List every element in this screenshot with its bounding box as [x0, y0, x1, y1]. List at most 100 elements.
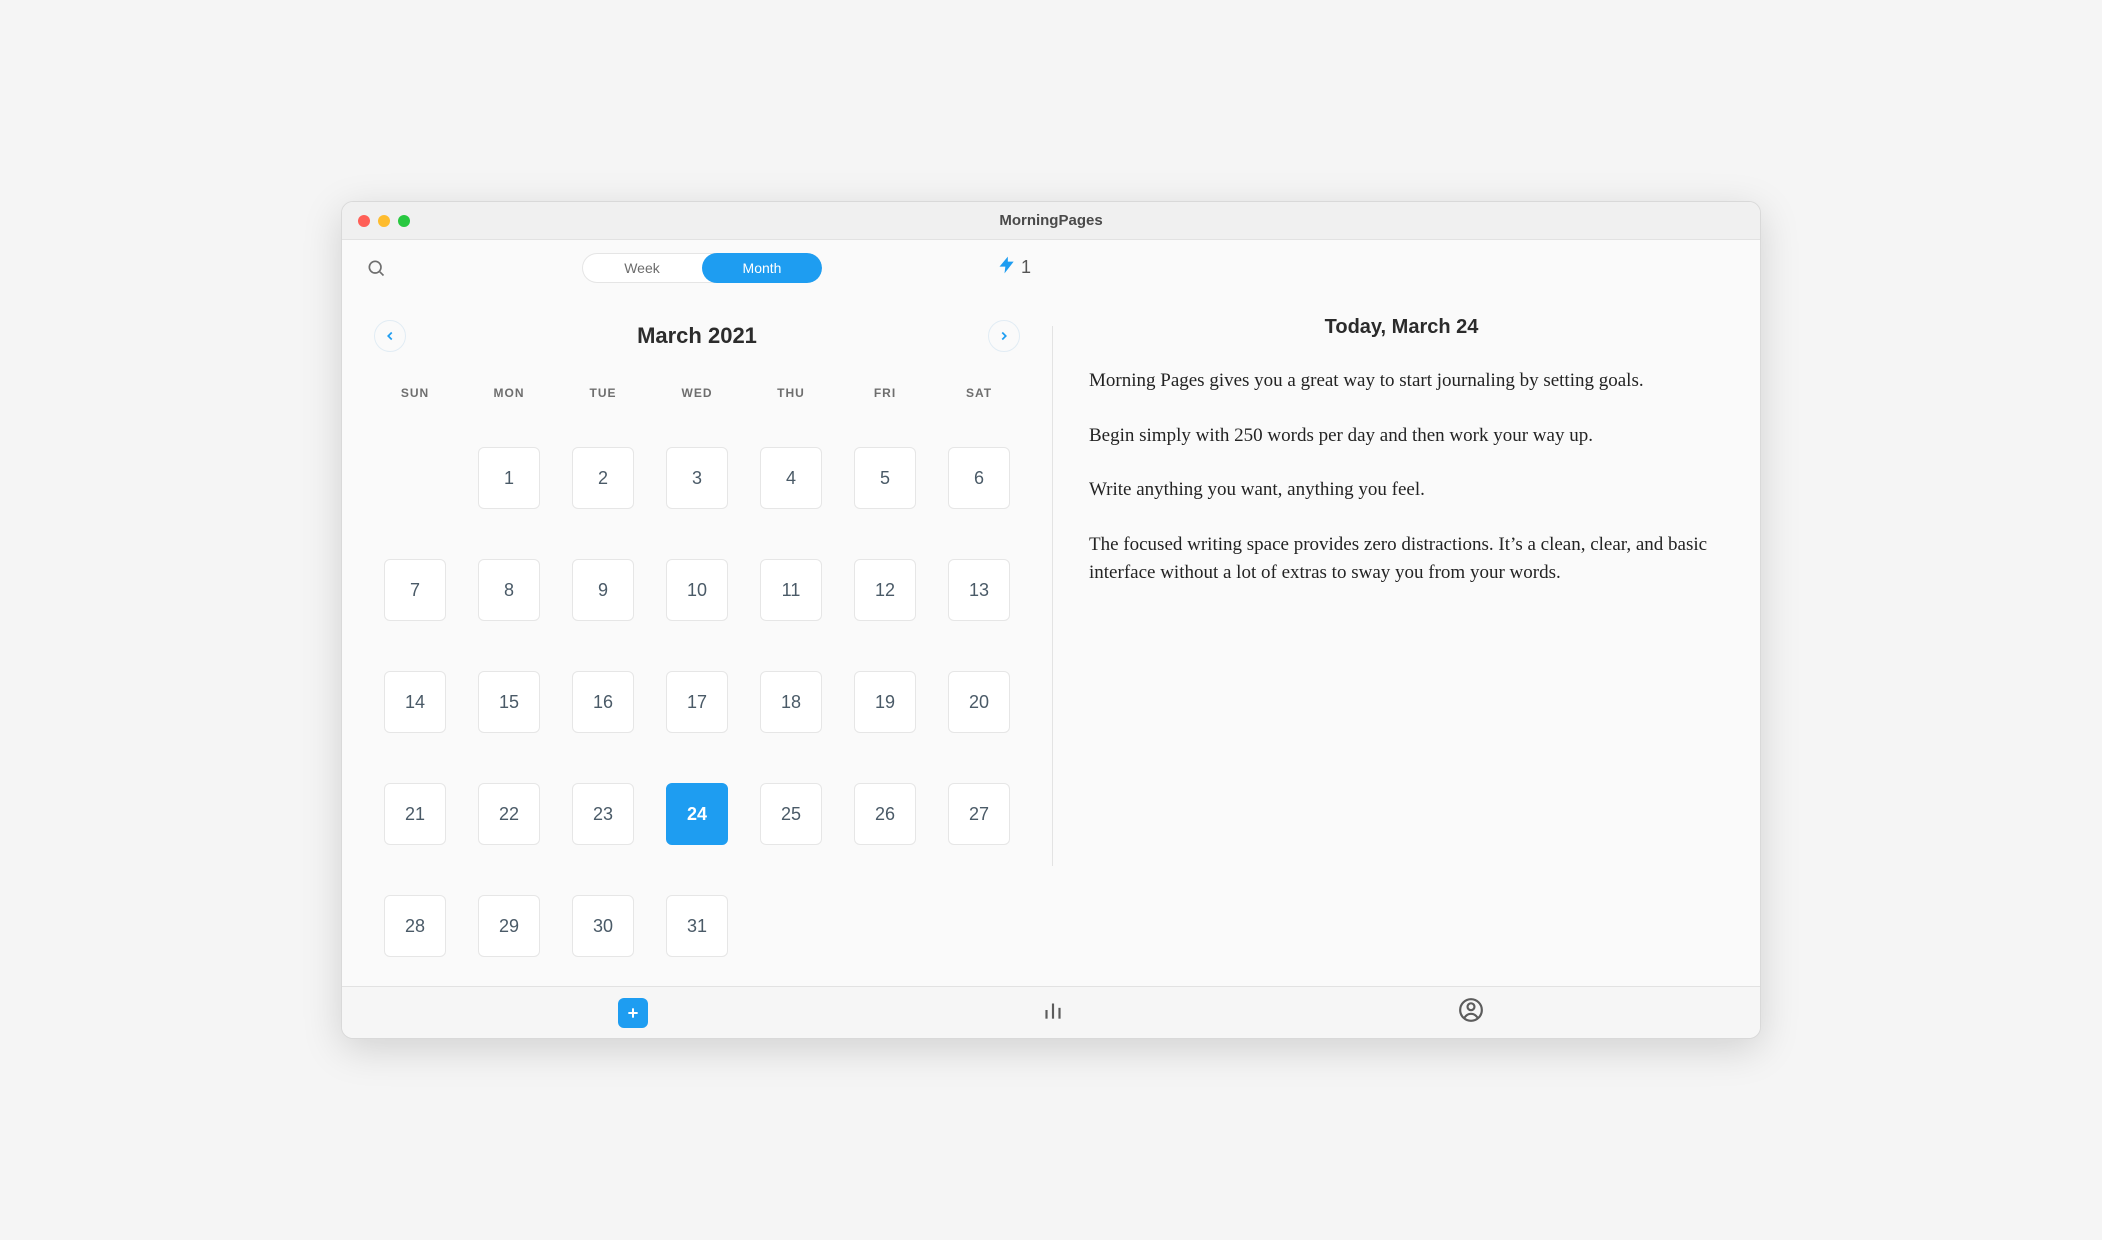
- calendar-cell: 1: [462, 422, 556, 534]
- calendar-day-8[interactable]: 8: [478, 559, 540, 621]
- calendar-day-19[interactable]: 19: [854, 671, 916, 733]
- calendar-cell: 22: [462, 758, 556, 870]
- calendar-day-1[interactable]: 1: [478, 447, 540, 509]
- entry-body[interactable]: Morning Pages gives you a great way to s…: [1089, 367, 1714, 588]
- entry-paragraph: Write anything you want, anything you fe…: [1089, 476, 1714, 505]
- entry-paragraph: The focused writing space provides zero …: [1089, 531, 1714, 588]
- calendar-day-4[interactable]: 4: [760, 447, 822, 509]
- calendar-day-13[interactable]: 13: [948, 559, 1010, 621]
- calendar-cell: 16: [556, 646, 650, 758]
- calendar-day-31[interactable]: 31: [666, 895, 728, 957]
- weekday-label: SAT: [932, 378, 1026, 408]
- entry-pane: Today, March 24 Morning Pages gives you …: [1053, 296, 1760, 986]
- entry-paragraph: Morning Pages gives you a great way to s…: [1089, 367, 1714, 396]
- calendar-cell: 24: [650, 758, 744, 870]
- calendar-day-16[interactable]: 16: [572, 671, 634, 733]
- calendar-cell: 31: [650, 870, 744, 982]
- calendar-day-12[interactable]: 12: [854, 559, 916, 621]
- calendar-cell: 23: [556, 758, 650, 870]
- calendar-pane: March 2021 SUNMONTUEWEDTHUFRISAT 1234567…: [342, 296, 1052, 986]
- streak-count: 1: [1021, 257, 1031, 278]
- view-toggle: Week Month: [582, 253, 822, 283]
- calendar-cell: 6: [932, 422, 1026, 534]
- calendar-day-10[interactable]: 10: [666, 559, 728, 621]
- calendar-empty-cell: [368, 422, 462, 534]
- calendar-day-30[interactable]: 30: [572, 895, 634, 957]
- calendar-day-5[interactable]: 5: [854, 447, 916, 509]
- view-toggle-week[interactable]: Week: [582, 253, 702, 283]
- calendar-cell: 11: [744, 534, 838, 646]
- calendar-cell: 28: [368, 870, 462, 982]
- profile-button[interactable]: [1458, 997, 1484, 1028]
- stats-button[interactable]: [1040, 997, 1066, 1028]
- calendar-grid: 1234567891011121314151617181920212223242…: [368, 422, 1026, 982]
- calendar-cell: 4: [744, 422, 838, 534]
- calendar-cell: 2: [556, 422, 650, 534]
- entry-paragraph: Begin simply with 250 words per day and …: [1089, 422, 1714, 451]
- calendar-day-20[interactable]: 20: [948, 671, 1010, 733]
- calendar-day-18[interactable]: 18: [760, 671, 822, 733]
- weekday-label: FRI: [838, 378, 932, 408]
- calendar-day-2[interactable]: 2: [572, 447, 634, 509]
- calendar-day-3[interactable]: 3: [666, 447, 728, 509]
- weekday-label: WED: [650, 378, 744, 408]
- titlebar: MorningPages: [342, 202, 1760, 240]
- month-title: March 2021: [637, 323, 757, 349]
- add-entry-button[interactable]: [618, 998, 648, 1028]
- streak-indicator[interactable]: 1: [997, 255, 1031, 280]
- calendar-cell: 21: [368, 758, 462, 870]
- plus-icon: [618, 998, 648, 1028]
- calendar-cell: 30: [556, 870, 650, 982]
- calendar-cell: 19: [838, 646, 932, 758]
- minimize-window-button[interactable]: [378, 215, 390, 227]
- calendar-day-22[interactable]: 22: [478, 783, 540, 845]
- weekday-label: THU: [744, 378, 838, 408]
- view-toggle-month[interactable]: Month: [702, 253, 822, 283]
- search-icon[interactable]: [366, 258, 386, 278]
- calendar-day-9[interactable]: 9: [572, 559, 634, 621]
- window-controls: [358, 215, 410, 227]
- user-icon: [1458, 997, 1484, 1028]
- calendar-cell: 3: [650, 422, 744, 534]
- calendar-cell: 29: [462, 870, 556, 982]
- calendar-day-17[interactable]: 17: [666, 671, 728, 733]
- calendar-cell: 14: [368, 646, 462, 758]
- weekday-label: SUN: [368, 378, 462, 408]
- calendar-day-15[interactable]: 15: [478, 671, 540, 733]
- calendar-header: March 2021: [368, 306, 1026, 366]
- calendar-cell: 26: [838, 758, 932, 870]
- calendar-day-11[interactable]: 11: [760, 559, 822, 621]
- calendar-day-7[interactable]: 7: [384, 559, 446, 621]
- prev-month-button[interactable]: [374, 320, 406, 352]
- calendar-cell: 10: [650, 534, 744, 646]
- app-window: MorningPages Week Month 1 March 2021: [341, 201, 1761, 1039]
- calendar-day-6[interactable]: 6: [948, 447, 1010, 509]
- calendar-day-25[interactable]: 25: [760, 783, 822, 845]
- bottom-bar: [342, 986, 1760, 1038]
- next-month-button[interactable]: [988, 320, 1020, 352]
- calendar-cell: 13: [932, 534, 1026, 646]
- calendar-day-14[interactable]: 14: [384, 671, 446, 733]
- calendar-day-21[interactable]: 21: [384, 783, 446, 845]
- calendar-cell: 12: [838, 534, 932, 646]
- calendar-day-24[interactable]: 24: [666, 783, 728, 845]
- calendar-day-29[interactable]: 29: [478, 895, 540, 957]
- bar-chart-icon: [1040, 997, 1066, 1028]
- weekday-label: MON: [462, 378, 556, 408]
- toolbar: Week Month 1: [342, 240, 1760, 296]
- window-title: MorningPages: [999, 212, 1102, 229]
- calendar-cell: 5: [838, 422, 932, 534]
- close-window-button[interactable]: [358, 215, 370, 227]
- calendar-cell: 7: [368, 534, 462, 646]
- calendar-day-26[interactable]: 26: [854, 783, 916, 845]
- calendar-cell: 8: [462, 534, 556, 646]
- calendar-cell: 9: [556, 534, 650, 646]
- weekday-label: TUE: [556, 378, 650, 408]
- calendar-day-28[interactable]: 28: [384, 895, 446, 957]
- calendar-day-27[interactable]: 27: [948, 783, 1010, 845]
- calendar-day-23[interactable]: 23: [572, 783, 634, 845]
- fullscreen-window-button[interactable]: [398, 215, 410, 227]
- entry-title: Today, March 24: [1089, 316, 1714, 339]
- calendar-cell: 20: [932, 646, 1026, 758]
- calendar-cell: 25: [744, 758, 838, 870]
